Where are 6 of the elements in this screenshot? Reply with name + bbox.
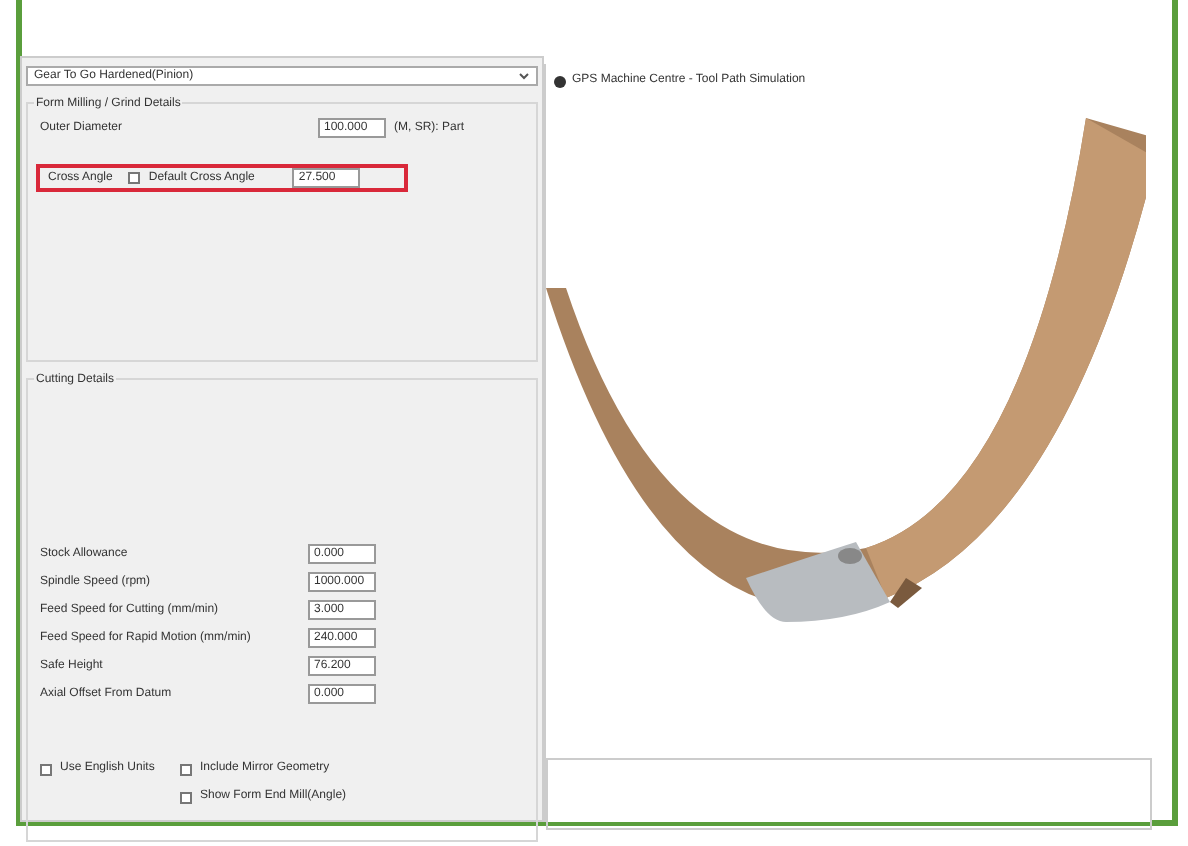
checkbox[interactable] xyxy=(128,172,141,184)
app-icon xyxy=(554,75,566,87)
checkbox[interactable] xyxy=(40,763,52,775)
checkbox[interactable] xyxy=(180,791,192,803)
caret-icon xyxy=(518,70,530,82)
checkbox[interactable] xyxy=(180,763,192,775)
